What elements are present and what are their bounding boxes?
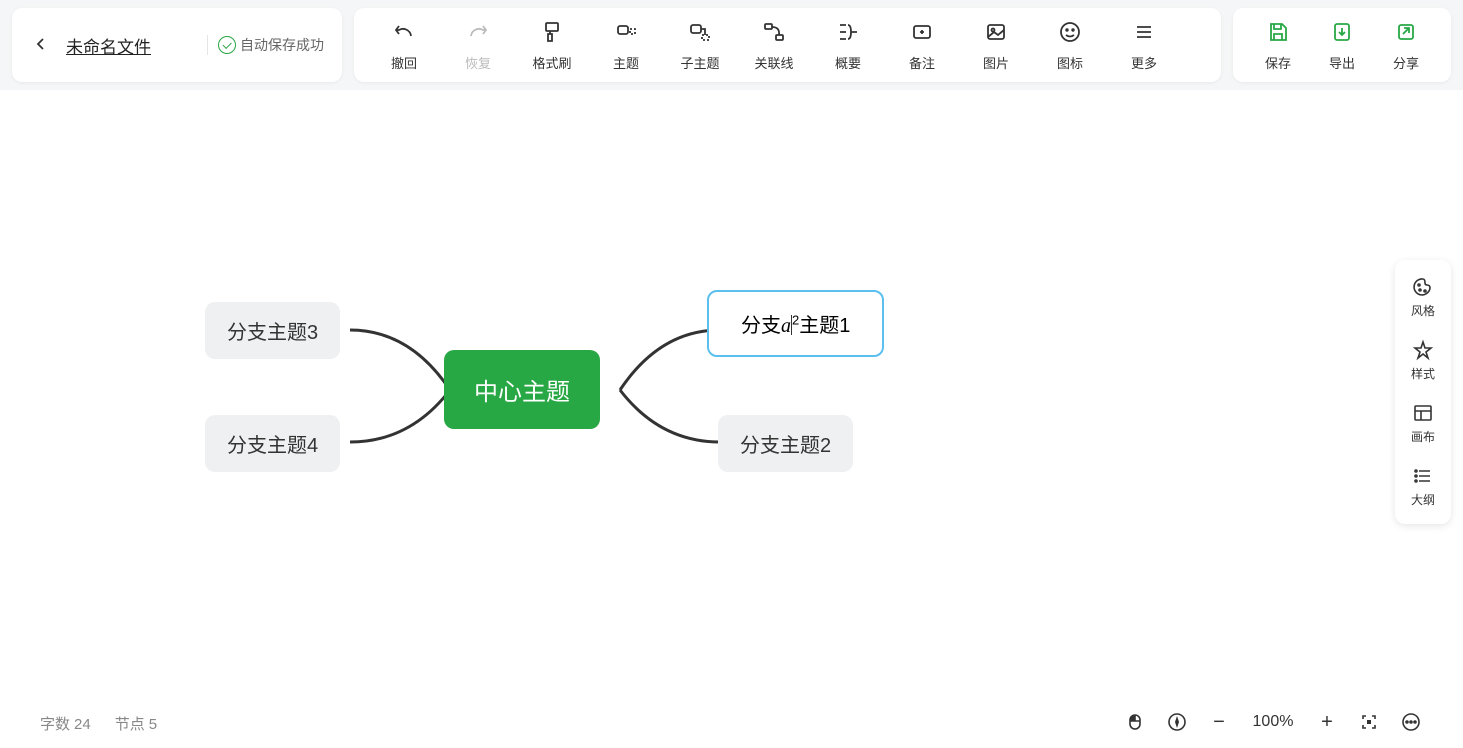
relation-button[interactable]: 关联线 [738,11,810,80]
export-button[interactable]: 导出 [1311,11,1373,80]
autosave-status: 自动保存成功 [207,35,324,55]
topic-button[interactable]: 主题 [590,11,662,80]
side-format[interactable]: 样式 [1395,329,1451,392]
redo-icon [465,19,491,45]
file-title[interactable]: 未命名文件 [66,33,151,58]
canvas-area[interactable]: 分支主题3 分支主题4 中心主题 分支a2主题1 分支主题2 [0,90,1463,748]
fit-screen-button[interactable] [1357,710,1381,734]
main-toolbar: 撤回 恢复 格式刷 主题 子主题 关联线 概要 备注 [354,8,1221,82]
emoji-icon [1057,19,1083,45]
nav-mode-button[interactable] [1165,710,1189,734]
icon-button[interactable]: 图标 [1034,11,1106,80]
actions-panel: 保存 导出 分享 [1233,8,1451,82]
branch-node-2[interactable]: 分支主题2 [718,415,853,472]
node-count: 节点5 [115,713,157,734]
center-node[interactable]: 中心主题 [444,350,600,429]
status-bar: 字数24 节点5 [40,713,157,734]
summary-button[interactable]: 概要 [812,11,884,80]
header-panel: 未命名文件 自动保存成功 [12,8,342,82]
zoom-in-button[interactable]: + [1315,710,1339,734]
zoom-out-button[interactable]: − [1207,710,1231,734]
check-icon [218,36,236,54]
side-canvas[interactable]: 画布 [1395,392,1451,455]
redo-button: 恢复 [442,11,514,80]
image-button[interactable]: 图片 [960,11,1032,80]
branch-node-3[interactable]: 分支主题3 [205,302,340,359]
export-icon [1329,19,1355,45]
summary-icon [835,19,861,45]
brush-icon [539,19,565,45]
branch-node-1-selected[interactable]: 分支a2主题1 [707,290,884,357]
layout-icon [1412,402,1434,424]
zoom-level[interactable]: 100% [1249,713,1297,731]
note-icon [909,19,935,45]
undo-icon [391,19,417,45]
word-count: 字数24 [40,713,91,734]
more-options-button[interactable] [1399,710,1423,734]
save-button[interactable]: 保存 [1247,11,1309,80]
relation-icon [761,19,787,45]
more-button[interactable]: 更多 [1108,11,1180,80]
branch1-text: 分支a2主题1 [741,309,850,338]
side-style-theme[interactable]: 风格 [1395,266,1451,329]
side-outline[interactable]: 大纲 [1395,455,1451,518]
subtopic-button[interactable]: 子主题 [664,11,736,80]
list-icon [1412,465,1434,487]
autosave-text: 自动保存成功 [240,35,324,55]
mouse-mode-button[interactable] [1123,710,1147,734]
image-icon [983,19,1009,45]
format-painter-button[interactable]: 格式刷 [516,11,588,80]
subtopic-icon [687,19,713,45]
back-button[interactable] [30,31,52,60]
save-icon [1265,19,1291,45]
branch-node-4[interactable]: 分支主题4 [205,415,340,472]
topic-icon [613,19,639,45]
note-button[interactable]: 备注 [886,11,958,80]
zoom-controls: − 100% + [1123,710,1423,734]
palette-icon [1412,276,1434,298]
star-icon [1412,339,1434,361]
undo-button[interactable]: 撤回 [368,11,440,80]
share-button[interactable]: 分享 [1375,11,1437,80]
side-panel: 风格 样式 画布 大纲 [1395,260,1451,524]
more-icon [1131,19,1157,45]
share-icon [1393,19,1419,45]
